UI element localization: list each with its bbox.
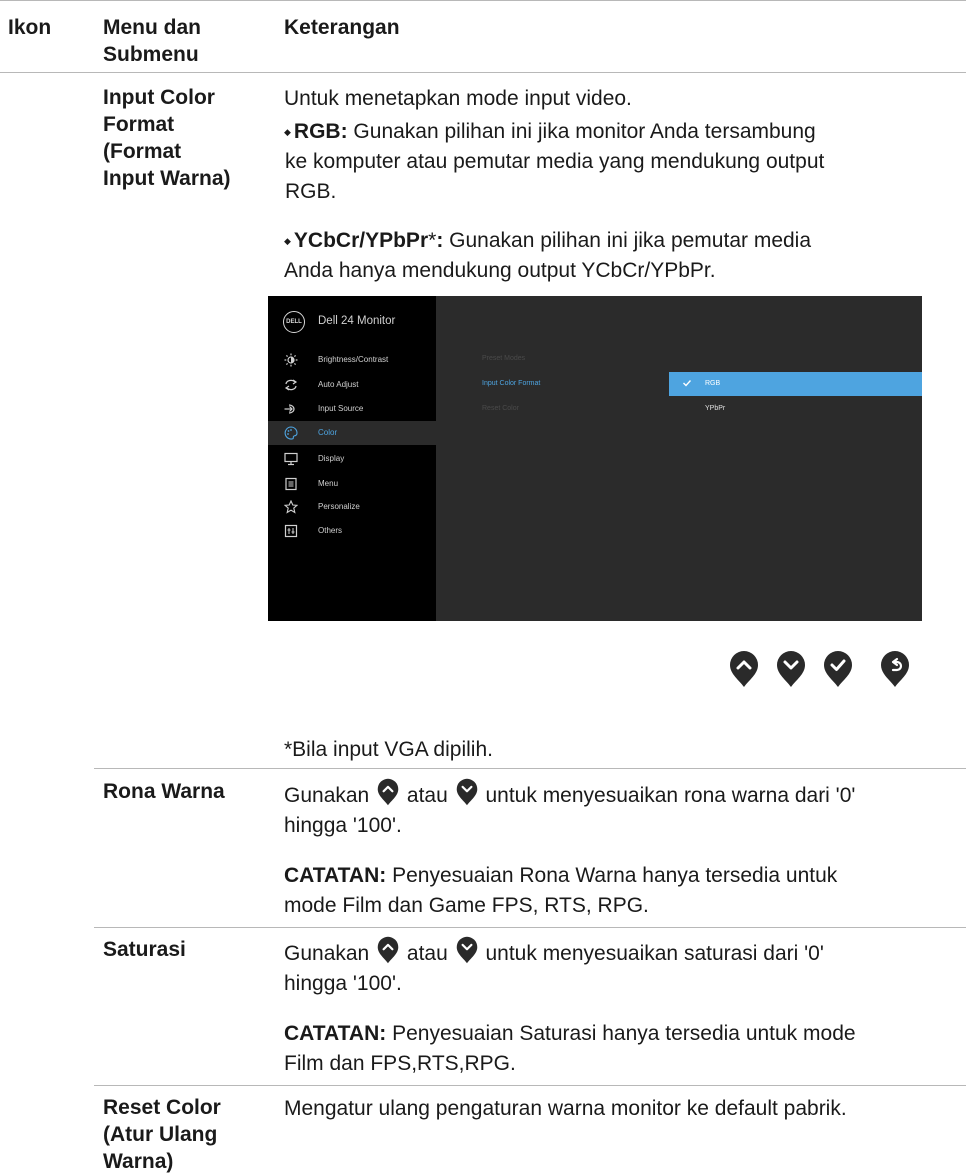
osd-menu-item-color[interactable]: Color — [268, 421, 436, 445]
ycbcr-text: Gunakan pilihan ini jika pemutar media — [443, 229, 812, 252]
nav-back-icon[interactable] — [880, 650, 910, 688]
rgb-label: RGB: — [293, 120, 348, 143]
osd-menu-label: Brightness/Contrast — [318, 355, 389, 364]
sat-note-line2: Film dan FPS,RTS,RPG. — [284, 1052, 516, 1075]
vga-footnote: *Bila input VGA dipilih. — [284, 738, 493, 761]
osd-menu-label: Auto Adjust — [318, 380, 359, 389]
rgb-text-line3: RGB. — [285, 180, 337, 203]
osd-menu-item-menu[interactable]: Menu — [268, 472, 436, 496]
osd-menu-item-brightness[interactable]: Brightness/Contrast — [268, 348, 436, 372]
reset-color-name: Reset Color (Atur Ulang Warna) — [103, 1094, 263, 1175]
note-label: CATATAN: — [284, 1022, 387, 1045]
top-rule — [0, 0, 966, 1]
osd-submenu-input-color-format[interactable]: Input Color Format — [482, 380, 540, 387]
hue-note-line2: mode Film dan Game FPS, RTS, RPG. — [284, 894, 649, 917]
reset-color-description: Mengatur ulang pengaturan warna monitor … — [284, 1097, 847, 1120]
nav-up-icon[interactable] — [729, 650, 759, 688]
dell-logo: DELL — [283, 311, 305, 333]
ycbcr-text-line2: Anda hanya mendukung output YCbCr/YPbPr. — [284, 259, 716, 282]
osd-option-rgb[interactable]: RGB — [669, 372, 922, 396]
col-icon-header: Ikon — [8, 16, 52, 39]
osd-main-menu: DELL Dell 24 Monitor Brightness/Contrast… — [268, 296, 436, 621]
hue-name: Rona Warna — [103, 780, 225, 803]
sat-note-text: Penyesuaian Saturasi hanya tersedia untu… — [386, 1022, 856, 1045]
osd-screenshot: DELL Dell 24 Monitor Brightness/Contrast… — [268, 296, 922, 621]
osd-menu-label: Display — [318, 454, 345, 463]
nav-check-icon[interactable] — [823, 650, 853, 688]
rgb-description: RGB: Gunakan pilihan ini jika monitor An… — [284, 117, 944, 207]
hue-description: Gunakan atau untuk menyesuaikan rona war… — [284, 778, 954, 841]
osd-menu-item-input-source[interactable]: Input Source — [268, 397, 436, 421]
osd-menu-label: Others — [318, 526, 343, 535]
others-icon — [284, 524, 298, 538]
up-icon — [377, 778, 399, 806]
up-icon — [377, 936, 399, 964]
sat-text-b: atau — [406, 942, 448, 965]
osd-menu-item-others[interactable]: Others — [268, 519, 436, 543]
rgb-text: Gunakan pilihan ini jika monitor Anda te… — [347, 120, 816, 143]
saturation-name: Saturasi — [103, 938, 186, 961]
down-icon — [456, 778, 477, 806]
osd-menu-label: Input Source — [318, 404, 364, 413]
check-icon — [683, 380, 692, 387]
osd-menu-item-auto-adjust[interactable]: Auto Adjust — [268, 373, 436, 397]
auto-adjust-icon — [284, 379, 298, 391]
star-icon — [284, 500, 298, 514]
osd-submenu-reset-color[interactable]: Reset Color — [482, 405, 519, 412]
name-line: (Atur Ulang — [103, 1123, 218, 1146]
section-rule-3 — [94, 1085, 966, 1086]
saturation-description: Gunakan atau untuk menyesuaikan saturasi… — [284, 936, 954, 999]
name-line: (Format — [103, 140, 182, 163]
hue-note: CATATAN: Penyesuaian Rona Warna hanya te… — [284, 861, 954, 921]
osd-submenu-preset-modes[interactable]: Preset Modes — [482, 355, 525, 362]
col-desc-header: Keterangan — [284, 16, 400, 39]
diamond-bullet-icon — [284, 229, 294, 252]
input-color-format-intro: Untuk menetapkan mode input video. — [284, 87, 632, 110]
name-line: Reset Color — [103, 1096, 221, 1119]
hue-text-b: atau — [406, 784, 448, 807]
name-line: Input Warna) — [103, 167, 231, 190]
rgb-text-line2: ke komputer atau pemutar media yang mend… — [285, 150, 825, 173]
osd-menu-item-display[interactable]: Display — [268, 447, 436, 471]
name-line: Input Color — [103, 86, 215, 109]
osd-menu-label: Color — [318, 428, 338, 437]
hue-note-text: Penyesuaian Rona Warna hanya tersedia un… — [386, 864, 838, 887]
input-color-format-name: Input Color Format (Format Input Warna) — [103, 84, 263, 192]
display-icon — [284, 452, 298, 466]
brightness-icon — [284, 353, 298, 367]
hue-text-line2: hingga '100'. — [284, 814, 402, 837]
color-palette-icon — [284, 426, 298, 440]
ycbcr-label: YCbCr/YPbPr — [293, 229, 429, 252]
menu-icon — [285, 477, 297, 491]
name-line: Format — [103, 113, 175, 136]
sat-text-c: untuk menyesuaikan saturasi dari '0' — [485, 942, 824, 965]
osd-menu-label: Personalize — [318, 502, 360, 511]
sat-text-a: Gunakan — [284, 942, 370, 965]
down-icon — [456, 936, 477, 964]
section-rule-1 — [94, 768, 966, 769]
hue-text-c: untuk menyesuaikan rona warna dari '0' — [485, 784, 856, 807]
section-rule-2 — [94, 927, 966, 928]
input-source-icon — [284, 404, 295, 414]
sat-text-line2: hingga '100'. — [284, 972, 402, 995]
col-menu-header-line1: Menu dan — [103, 16, 201, 39]
header-rule — [0, 72, 966, 73]
col-menu-header: Menu dan Submenu — [103, 14, 201, 68]
osd-menu-label: Menu — [318, 479, 339, 488]
osd-option-label: YPbPr — [705, 405, 726, 412]
diamond-bullet-icon — [284, 120, 294, 143]
osd-title: Dell 24 Monitor — [318, 315, 396, 327]
note-label: CATATAN: — [284, 864, 387, 887]
col-menu-header-line2: Submenu — [103, 43, 199, 66]
saturation-note: CATATAN: Penyesuaian Saturasi hanya ters… — [284, 1019, 954, 1079]
osd-menu-item-personalize[interactable]: Personalize — [268, 495, 436, 519]
nav-down-icon[interactable] — [776, 650, 806, 688]
osd-option-label: RGB — [705, 380, 721, 387]
osd-option-ypbpr[interactable]: YPbPr — [669, 397, 922, 421]
hue-text-a: Gunakan — [284, 784, 370, 807]
ycbcr-description: YCbCr/YPbPr*: Gunakan pilihan ini jika p… — [284, 226, 944, 286]
name-line: Warna) — [103, 1150, 174, 1173]
